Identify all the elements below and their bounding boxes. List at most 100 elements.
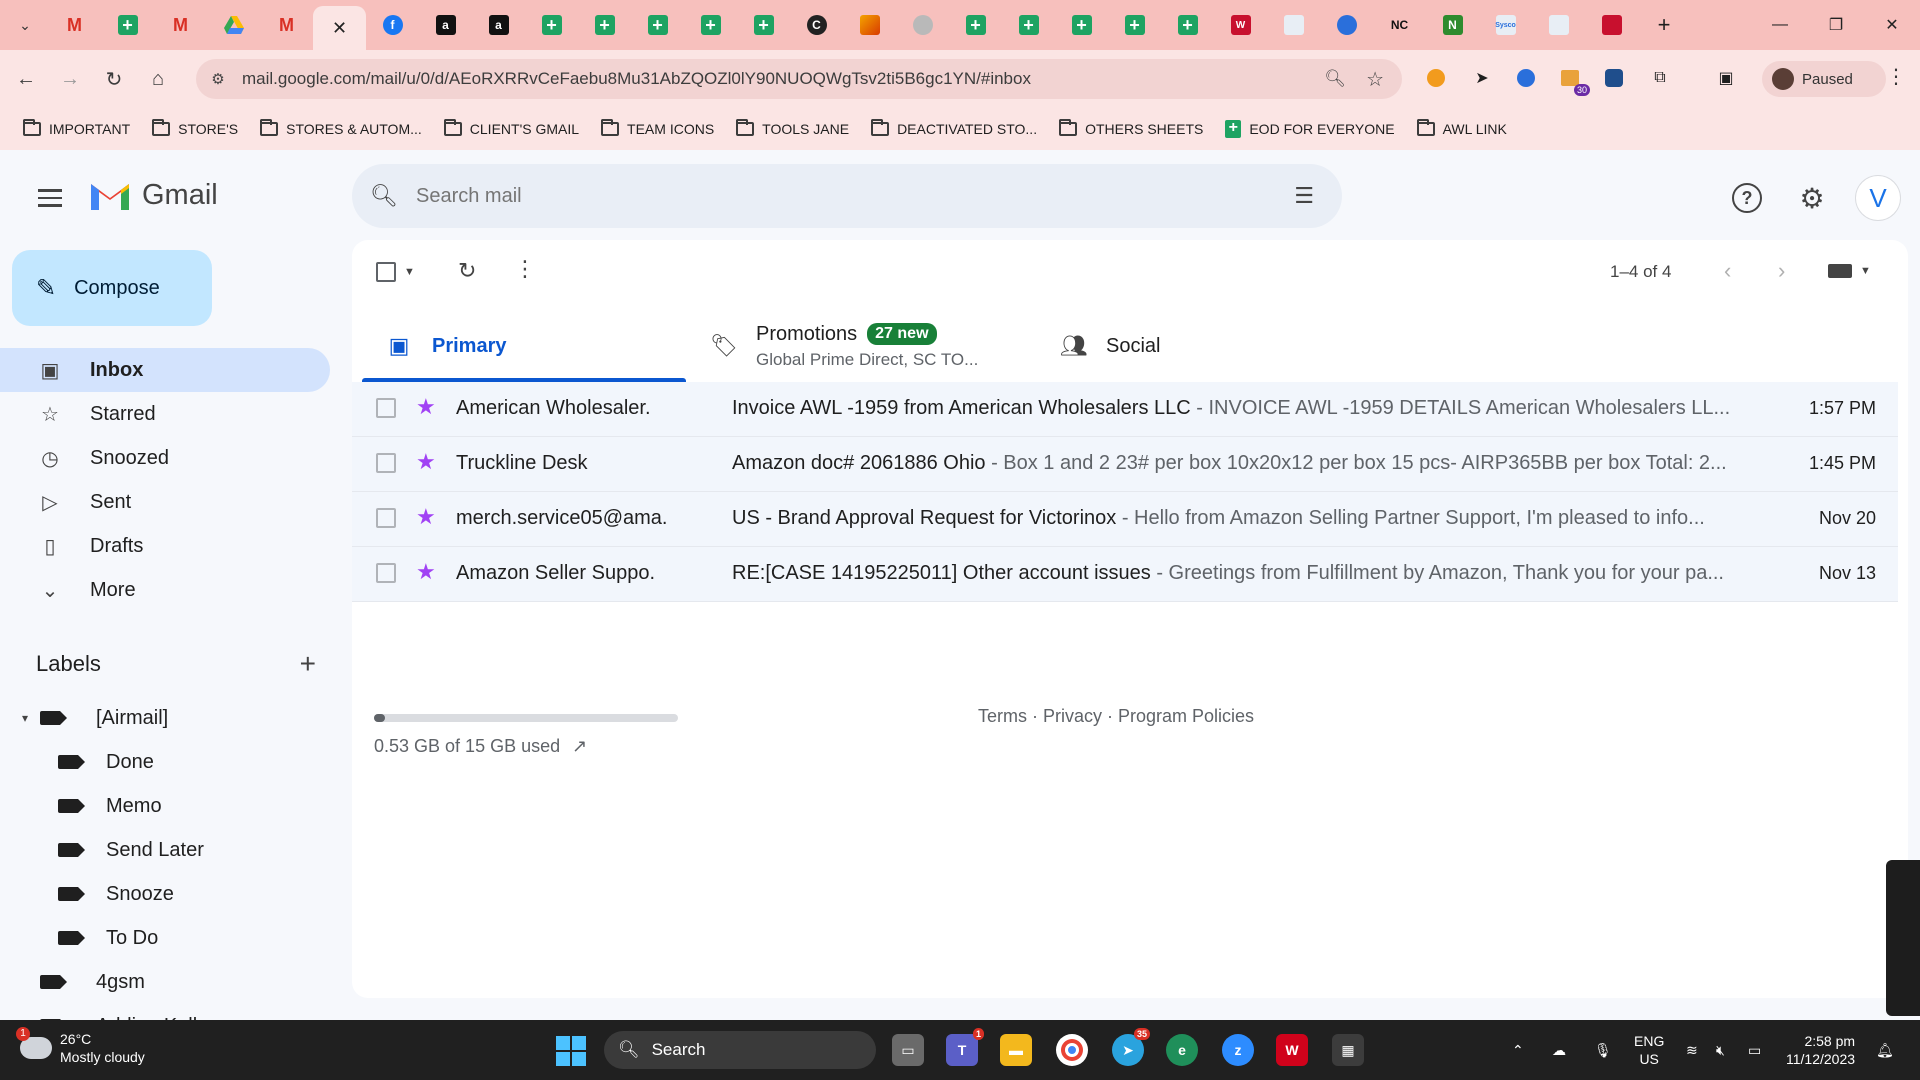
browser-tab[interactable] (737, 5, 790, 45)
browser-tab[interactable] (1055, 5, 1108, 45)
settings-gear-icon[interactable]: ⚙ (1792, 178, 1832, 218)
volume-muted-icon[interactable]: 🔇︎ (1716, 1020, 1725, 1080)
zoom-icon[interactable]: z (1222, 1034, 1254, 1066)
bookmark-item[interactable]: AWL LINK (1408, 114, 1516, 144)
reload-button[interactable]: ↻ (96, 61, 132, 97)
task-view-icon[interactable]: ▭ (892, 1034, 924, 1066)
browser-tab[interactable] (843, 5, 896, 45)
row-checkbox[interactable] (376, 508, 396, 528)
refresh-icon[interactable]: ↻ (458, 258, 476, 284)
browser-tab[interactable] (1532, 5, 1585, 45)
select-all-checkbox[interactable]: ▼ (376, 262, 415, 282)
bookmark-item[interactable]: IMPORTANT (14, 114, 139, 144)
browser-tab[interactable] (1108, 5, 1161, 45)
bookmark-item[interactable]: STORES & AUTOM... (251, 114, 431, 144)
sidebar-item-drafts[interactable]: ▯ Drafts (0, 524, 330, 568)
forward-button[interactable]: → (52, 61, 88, 97)
language-indicator[interactable]: ENG US (1634, 1032, 1664, 1068)
star-icon[interactable]: ★ (416, 394, 436, 420)
new-tab-button[interactable]: + (1648, 9, 1680, 41)
close-tab-icon[interactable]: ✕ (332, 18, 347, 39)
label-item[interactable]: ▾ [Airmail] (0, 696, 340, 740)
browser-tab[interactable]: W (1214, 5, 1267, 45)
sidebar-item-starred[interactable]: ☆ Starred (0, 392, 330, 436)
notification-bell-icon[interactable]: 🔔︎ (1876, 1020, 1894, 1080)
extension-blue-icon[interactable] (1510, 62, 1542, 94)
input-tools-button[interactable]: ▼ (1828, 264, 1871, 278)
bookmark-item[interactable]: DEACTIVATED STO... (862, 114, 1046, 144)
open-external-icon[interactable]: ↗ (572, 736, 587, 757)
star-icon[interactable]: ★ (416, 449, 436, 475)
browser-tab[interactable] (578, 5, 631, 45)
bookmark-item[interactable]: OTHERS SHEETS (1050, 114, 1212, 144)
add-label-icon[interactable]: + (300, 648, 316, 680)
browser-tab[interactable] (896, 5, 949, 45)
sidebar-item-more[interactable]: ⌄ More (0, 568, 330, 612)
search-bar[interactable]: 🔍︎ ☰ (352, 164, 1342, 228)
bookmark-item[interactable]: STORE'S (143, 114, 247, 144)
maximize-button[interactable]: ❐ (1808, 0, 1864, 50)
side-panel-icon[interactable]: ▣ (1710, 62, 1742, 94)
row-checkbox[interactable] (376, 398, 396, 418)
browser-menu-icon[interactable]: ⋮ (1886, 64, 1906, 89)
label-item[interactable]: Done (0, 740, 340, 784)
bookmark-item[interactable]: + EOD FOR EVERYONE (1216, 114, 1403, 144)
bookmark-item[interactable]: TEAM ICONS (592, 114, 723, 144)
tab-promotions[interactable]: 🏷︎ Promotions 27 new Global Prime Direct… (686, 310, 1036, 382)
sidebar-item-inbox[interactable]: ▣ Inbox (0, 348, 330, 392)
next-page-icon[interactable]: › (1778, 258, 1785, 284)
profile-button[interactable]: Paused (1762, 61, 1886, 97)
browser-tab[interactable]: f (366, 5, 419, 45)
search-input[interactable] (416, 184, 1236, 208)
star-icon[interactable]: ★ (416, 559, 436, 585)
prev-page-icon[interactable]: ‹ (1724, 258, 1731, 284)
tab-primary[interactable]: ▣ Primary (362, 310, 686, 382)
caret-down-icon[interactable]: ▾ (22, 711, 32, 725)
microphone-icon[interactable]: 🎙︎ (1594, 1020, 1612, 1080)
compose-button[interactable]: ✎ Compose (12, 250, 212, 326)
onedrive-icon[interactable]: ☁ (1552, 1020, 1566, 1080)
wps-icon[interactable]: W (1276, 1034, 1308, 1066)
extension-cursor-icon[interactable]: ➤ (1466, 62, 1498, 94)
label-item[interactable]: 4gsm (0, 960, 340, 1004)
footer-links[interactable]: Terms · Privacy · Program Policies (978, 706, 1254, 727)
tray-overflow-icon[interactable]: ⌃ (1512, 1020, 1524, 1080)
browser-tab[interactable]: a (472, 5, 525, 45)
browser-tab[interactable] (1320, 5, 1373, 45)
browser-tab[interactable] (1002, 5, 1055, 45)
gmail-logo[interactable]: Gmail (88, 178, 218, 212)
browser-tab[interactable] (1161, 5, 1214, 45)
browser-tab[interactable]: M (154, 5, 207, 45)
sidebar-item-sent[interactable]: ▷ Sent (0, 480, 330, 524)
label-item[interactable]: Send Later (0, 828, 340, 872)
browser-tab[interactable]: M (48, 5, 101, 45)
sidebar-item-snoozed[interactable]: ◷ Snoozed (0, 436, 330, 480)
browser-tab[interactable] (684, 5, 737, 45)
more-vert-icon[interactable]: ⋮ (514, 256, 536, 282)
main-menu-button[interactable] (30, 178, 70, 218)
zoom-icon[interactable]: 🔍︎ (1324, 69, 1346, 89)
extension-orange-icon[interactable] (1420, 62, 1452, 94)
row-checkbox[interactable] (376, 563, 396, 583)
edge-icon[interactable]: e (1166, 1034, 1198, 1066)
taskbar-clock[interactable]: 2:58 pm 11/12/2023 (1786, 1032, 1855, 1068)
browser-tab[interactable] (101, 5, 154, 45)
tab-search-button[interactable]: ⌄ (10, 10, 40, 40)
label-item[interactable]: Adding Kell... (0, 1004, 340, 1020)
search-icon[interactable]: 🔍︎ (352, 183, 416, 209)
browser-tab[interactable] (1585, 5, 1638, 45)
browser-tab[interactable]: C (790, 5, 843, 45)
extension-db-icon[interactable] (1598, 62, 1630, 94)
browser-tab[interactable] (1267, 5, 1320, 45)
bookmark-item[interactable]: CLIENT'S GMAIL (435, 114, 588, 144)
back-button[interactable]: ← (8, 61, 44, 97)
label-item[interactable]: Snooze (0, 872, 340, 916)
browser-tab[interactable] (207, 5, 260, 45)
extensions-puzzle-icon[interactable]: ⧉ (1644, 62, 1676, 94)
site-info-icon[interactable]: ⚙ (200, 70, 236, 88)
tab-social[interactable]: 👥︎ Social (1036, 310, 1356, 382)
teams-icon[interactable]: T1 (946, 1028, 984, 1066)
email-row[interactable]: ★ Truckline Desk Amazon doc# 2061886 Ohio … (352, 437, 1898, 492)
minimize-button[interactable]: — (1752, 0, 1808, 50)
row-checkbox[interactable] (376, 453, 396, 473)
